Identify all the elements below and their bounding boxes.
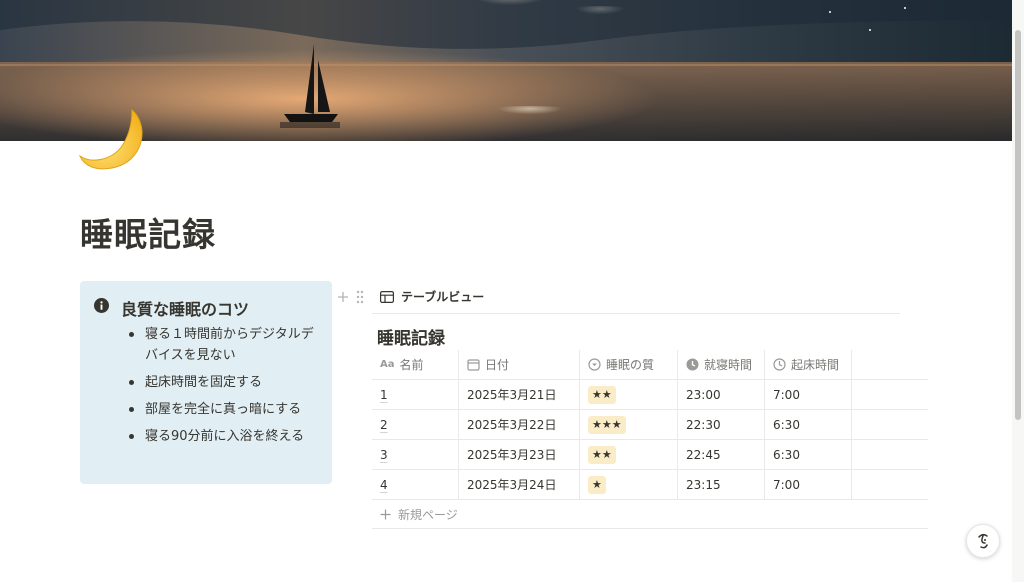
tips-list: 寝る１時間前からデジタルデバイスを見ない 起床時間を固定する 部屋を完全に真っ暗… xyxy=(126,324,326,453)
tab-table-view[interactable]: テーブルビュー xyxy=(380,288,484,305)
column-header-empty xyxy=(852,350,928,379)
row-wake[interactable]: 7:00 xyxy=(765,380,852,409)
row-date[interactable]: 2025年3月21日 xyxy=(459,380,580,409)
tip-item[interactable]: 寝る１時間前からデジタルデバイスを見ない xyxy=(126,324,326,366)
row-name[interactable]: 3 xyxy=(372,440,459,469)
table-icon xyxy=(380,290,394,303)
crescent-moon-icon xyxy=(78,108,143,170)
column-label: 就寝時間 xyxy=(704,358,753,372)
clock-filled-icon xyxy=(686,358,699,371)
cover-image[interactable] xyxy=(0,0,1012,141)
help-assistant-icon xyxy=(978,533,988,549)
cover-sunset-sailboat-image xyxy=(0,0,1012,141)
info-icon xyxy=(94,298,109,313)
row-quality[interactable]: ★★ xyxy=(580,440,678,469)
page-icon[interactable] xyxy=(78,104,150,176)
page-scrollbar[interactable] xyxy=(1012,0,1024,582)
new-page-button[interactable]: 新規ページ xyxy=(372,500,928,529)
tips-callout[interactable]: 良質な睡眠のコツ 寝る１時間前からデジタルデバイスを見ない 起床時間を固定する … xyxy=(80,281,332,484)
column-header-date[interactable]: 日付 xyxy=(459,350,580,379)
row-quality[interactable]: ★★★ xyxy=(580,410,678,439)
select-property-icon xyxy=(588,358,601,371)
help-button[interactable] xyxy=(966,524,1000,558)
column-header-name[interactable]: Aa 名前 xyxy=(372,350,459,379)
tip-item[interactable]: 部屋を完全に真っ暗にする xyxy=(126,399,326,420)
row-wake[interactable]: 6:30 xyxy=(765,410,852,439)
column-label: 日付 xyxy=(485,358,510,372)
column-header-quality[interactable]: 睡眠の質 xyxy=(580,350,678,379)
row-empty xyxy=(852,380,928,409)
row-date[interactable]: 2025年3月23日 xyxy=(459,440,580,469)
row-wake[interactable]: 6:30 xyxy=(765,440,852,469)
calendar-icon xyxy=(467,359,480,371)
column-label: 睡眠の質 xyxy=(606,358,655,372)
row-bedtime[interactable]: 23:00 xyxy=(678,380,765,409)
view-label: テーブルビュー xyxy=(401,290,485,304)
row-empty xyxy=(852,440,928,469)
row-wake[interactable]: 7:00 xyxy=(765,470,852,499)
tip-item[interactable]: 起床時間を固定する xyxy=(126,372,326,393)
column-header-wake[interactable]: 起床時間 xyxy=(765,350,852,379)
quality-tag: ★★★ xyxy=(588,415,626,434)
drag-handle-icon[interactable] xyxy=(355,290,365,304)
view-divider xyxy=(372,313,900,314)
row-name[interactable]: 2 xyxy=(372,410,459,439)
row-quality[interactable]: ★★ xyxy=(580,380,678,409)
clock-icon xyxy=(773,358,786,371)
row-date[interactable]: 2025年3月24日 xyxy=(459,470,580,499)
row-name[interactable]: 4 xyxy=(372,470,459,499)
add-block-icon[interactable] xyxy=(337,291,349,303)
row-name[interactable]: 1 xyxy=(372,380,459,409)
row-empty xyxy=(852,470,928,499)
table-row[interactable]: 3 2025年3月23日 ★★ 22:45 6:30 xyxy=(372,440,928,470)
column-label: 名前 xyxy=(399,358,424,372)
row-quality[interactable]: ★ xyxy=(580,470,678,499)
sleep-table: Aa 名前 日付 睡眠の質 就寝時間 起床時間 1 2025年3月21日 ★★ … xyxy=(372,350,928,529)
text-property-icon: Aa xyxy=(380,359,395,370)
row-date[interactable]: 2025年3月22日 xyxy=(459,410,580,439)
table-row[interactable]: 4 2025年3月24日 ★ 23:15 7:00 xyxy=(372,470,928,500)
row-bedtime[interactable]: 22:45 xyxy=(678,440,765,469)
quality-tag: ★★ xyxy=(588,445,616,464)
row-empty xyxy=(852,410,928,439)
database-title[interactable]: 睡眠記録 xyxy=(377,324,445,349)
quality-tag: ★★ xyxy=(588,385,616,404)
page-title[interactable]: 睡眠記録 xyxy=(80,208,216,256)
row-bedtime[interactable]: 23:15 xyxy=(678,470,765,499)
scrollbar-thumb[interactable] xyxy=(1015,30,1021,420)
table-row[interactable]: 2 2025年3月22日 ★★★ 22:30 6:30 xyxy=(372,410,928,440)
column-label: 起床時間 xyxy=(791,358,840,372)
column-header-bedtime[interactable]: 就寝時間 xyxy=(678,350,765,379)
callout-title: 良質な睡眠のコツ xyxy=(121,300,250,319)
tip-item[interactable]: 寝る90分前に入浴を終える xyxy=(126,426,326,447)
block-handles xyxy=(337,288,365,304)
table-header-row: Aa 名前 日付 睡眠の質 就寝時間 起床時間 xyxy=(372,350,928,380)
row-bedtime[interactable]: 22:30 xyxy=(678,410,765,439)
new-page-label: 新規ページ xyxy=(398,507,458,522)
plus-icon xyxy=(380,509,391,519)
table-row[interactable]: 1 2025年3月21日 ★★ 23:00 7:00 xyxy=(372,380,928,410)
quality-tag: ★ xyxy=(588,475,606,494)
